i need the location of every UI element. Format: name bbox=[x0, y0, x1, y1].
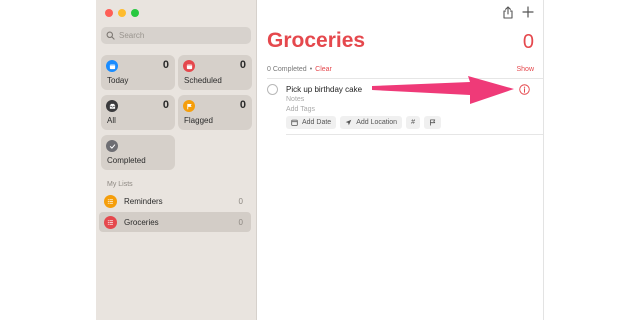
zoom-window-button[interactable] bbox=[131, 9, 139, 17]
search-input[interactable] bbox=[119, 31, 249, 40]
list-bullet-icon bbox=[104, 215, 117, 229]
reminders-window: 0 Today 0 Scheduled 0 All bbox=[96, 0, 544, 320]
list-item-count: 0 bbox=[238, 196, 243, 206]
minimize-window-button[interactable] bbox=[118, 9, 126, 17]
share-icon[interactable] bbox=[502, 6, 514, 19]
smart-list-label: Today bbox=[107, 76, 129, 85]
add-date-button[interactable]: Add Date bbox=[286, 116, 337, 129]
separator-dot: • bbox=[309, 66, 313, 73]
add-tag-button[interactable]: # bbox=[406, 116, 420, 129]
divider bbox=[267, 78, 543, 79]
smart-list-scheduled[interactable]: 0 Scheduled bbox=[178, 55, 252, 90]
calendar-clock-icon bbox=[183, 60, 195, 72]
calendar-icon bbox=[106, 60, 118, 72]
sidebar: 0 Today 0 Scheduled 0 All bbox=[96, 0, 257, 320]
add-location-button[interactable]: Add Location bbox=[340, 116, 403, 129]
task-notes-field[interactable]: Notes bbox=[286, 96, 304, 103]
completed-count-text: 0 Completed bbox=[267, 66, 307, 73]
tag-symbol: # bbox=[411, 119, 415, 126]
screenshot-stage: 0 Today 0 Scheduled 0 All bbox=[0, 0, 640, 320]
close-window-button[interactable] bbox=[105, 9, 113, 17]
smart-list-flagged[interactable]: 0 Flagged bbox=[178, 95, 252, 130]
smart-list-label: Scheduled bbox=[184, 76, 222, 85]
smart-list-all[interactable]: 0 All bbox=[101, 95, 175, 130]
list-item-reminders[interactable]: Reminders 0 bbox=[99, 191, 251, 211]
add-date-label: Add Date bbox=[302, 119, 332, 126]
window-controls bbox=[105, 9, 139, 17]
flag-icon bbox=[183, 100, 195, 112]
smart-list-label: Completed bbox=[107, 156, 146, 165]
completed-summary: 0 Completed • Clear bbox=[267, 66, 332, 73]
add-location-label: Add Location bbox=[356, 119, 398, 126]
list-title: Groceries bbox=[267, 29, 366, 52]
search-field[interactable] bbox=[101, 27, 251, 44]
show-completed-button[interactable]: Show bbox=[516, 66, 534, 73]
flag-task-button[interactable] bbox=[423, 116, 441, 129]
checkmark-icon bbox=[106, 140, 118, 152]
list-item-label: Groceries bbox=[124, 217, 159, 227]
list-item-label: Reminders bbox=[124, 196, 163, 206]
list-item-groceries[interactable]: Groceries 0 bbox=[99, 212, 251, 232]
smart-list-count: 0 bbox=[162, 99, 169, 111]
my-lists-header: My Lists bbox=[107, 181, 133, 188]
list-bullet-icon bbox=[104, 194, 117, 208]
smart-list-count: 0 bbox=[239, 99, 246, 111]
smart-list-count: 0 bbox=[162, 59, 169, 71]
tray-icon bbox=[106, 100, 118, 112]
main-pane: Groceries 0 0 Completed • Clear Show Pick … bbox=[257, 0, 543, 320]
info-circle-icon[interactable] bbox=[519, 84, 530, 95]
plus-icon[interactable] bbox=[522, 6, 534, 18]
location-arrow-icon bbox=[345, 119, 352, 126]
task-divider bbox=[286, 134, 543, 135]
smart-list-label: Flagged bbox=[184, 116, 213, 125]
task-action-bar: Add Date Add Location # bbox=[286, 116, 441, 129]
calendar-icon bbox=[291, 119, 298, 126]
smart-list-today[interactable]: 0 Today bbox=[101, 55, 175, 90]
clear-completed-button[interactable]: Clear bbox=[315, 66, 332, 73]
search-icon bbox=[106, 31, 115, 40]
smart-list-label: All bbox=[107, 116, 116, 125]
smart-list-completed[interactable]: Completed bbox=[101, 135, 175, 170]
task-title[interactable]: Pick up birthday cake bbox=[286, 85, 362, 94]
task-complete-checkbox[interactable] bbox=[267, 84, 278, 95]
list-item-count: 0 bbox=[238, 217, 243, 227]
flag-icon bbox=[429, 119, 436, 126]
list-total-count: 0 bbox=[522, 31, 534, 53]
task-tags-field[interactable]: Add Tags bbox=[286, 106, 315, 113]
smart-list-count: 0 bbox=[239, 59, 246, 71]
